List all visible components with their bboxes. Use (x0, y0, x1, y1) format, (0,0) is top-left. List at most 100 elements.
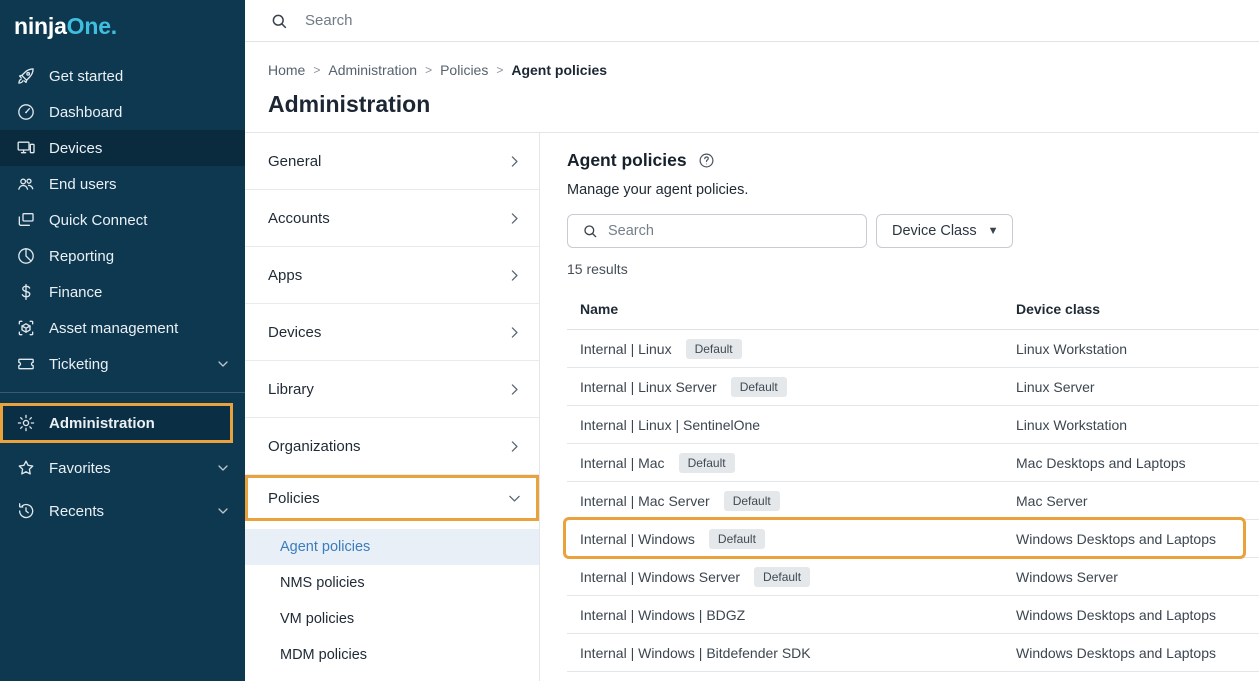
table-row[interactable]: Internal | Linux Server Default Linux Se… (567, 368, 1259, 406)
reporting-icon (16, 246, 36, 266)
breadcrumb-policies[interactable]: Policies (440, 62, 488, 78)
sidebar-item-asset-management[interactable]: Asset management (0, 310, 245, 346)
global-search-bar (245, 0, 1259, 42)
sidebar-item-quick-connect[interactable]: Quick Connect (0, 202, 245, 238)
sidebar-item-administration[interactable]: Administration (0, 403, 233, 443)
quick-connect-icon (16, 210, 36, 230)
chevron-down-icon (506, 490, 523, 507)
sidebar-item-get-started[interactable]: Get started (0, 58, 245, 94)
device-class-value: Windows Desktops and Laptops (1016, 607, 1259, 623)
sidebar-item-ticketing[interactable]: Ticketing (0, 346, 245, 382)
search-icon (582, 223, 598, 239)
admin-menu-list: General Accounts Apps Devices Library (245, 133, 539, 475)
sidebar-item-label: Finance (49, 284, 102, 301)
sidebar: ninjaOne. Get started Dashboard Devices … (0, 0, 245, 681)
sidebar-item-label: Asset management (49, 320, 178, 337)
device-class-value: Linux Server (1016, 379, 1259, 395)
sidebar-item-label: End users (49, 176, 117, 193)
sidebar-nav: Get started Dashboard Devices End users … (0, 58, 245, 529)
sidebar-item-label: Devices (49, 140, 102, 157)
app-logo[interactable]: ninjaOne. (0, 0, 245, 58)
sidebar-item-label: Quick Connect (49, 212, 147, 229)
rocket-icon (16, 66, 36, 86)
chevron-right-icon (506, 381, 523, 398)
menu-item-accounts[interactable]: Accounts (245, 190, 539, 247)
default-badge: Default (709, 529, 765, 549)
global-search-input[interactable] (305, 12, 705, 29)
menu-item-library[interactable]: Library (245, 361, 539, 418)
breadcrumb-separator: > (425, 63, 432, 77)
sidebar-item-favorites[interactable]: Favorites (0, 450, 245, 486)
sidebar-item-label: Dashboard (49, 104, 122, 121)
breadcrumb: Home > Administration > Policies > Agent… (268, 62, 1259, 78)
menu-item-organizations[interactable]: Organizations (245, 418, 539, 475)
default-badge: Default (754, 567, 810, 587)
search-icon (270, 12, 288, 30)
device-class-filter[interactable]: Device Class ▼ (876, 214, 1013, 248)
device-class-value: Windows Desktops and Laptops (1016, 531, 1259, 547)
sidebar-item-label: Ticketing (49, 356, 108, 373)
device-class-value: Mac Server (1016, 493, 1259, 509)
sidebar-item-reporting[interactable]: Reporting (0, 238, 245, 274)
default-badge: Default (731, 377, 787, 397)
menu-item-policies-expanded[interactable]: Policies (245, 475, 539, 521)
table-header: Name Device class (567, 288, 1259, 330)
caret-down-icon: ▼ (988, 225, 999, 237)
policies-search-box (567, 214, 867, 248)
sidebar-item-finance[interactable]: Finance (0, 274, 245, 310)
table-row[interactable]: Internal | Windows Server Default Window… (567, 558, 1259, 596)
column-header-name[interactable]: Name (567, 301, 1016, 317)
breadcrumb-administration[interactable]: Administration (328, 62, 417, 78)
logo-one-text: One. (67, 13, 117, 39)
table-row[interactable]: Internal | Windows | BDGZ Windows Deskto… (567, 596, 1259, 634)
policy-name: Internal | Windows | BDGZ (580, 607, 745, 623)
ticketing-icon (16, 354, 36, 374)
page-title: Administration (268, 91, 1259, 118)
breadcrumb-separator: > (313, 63, 320, 77)
policy-name: Internal | Linux (580, 341, 672, 357)
sidebar-item-label: Reporting (49, 248, 114, 265)
table-row[interactable]: Internal | Mac Server Default Mac Server (567, 482, 1259, 520)
sidebar-item-label: Administration (49, 415, 155, 432)
sidebar-item-recents[interactable]: Recents (0, 493, 245, 529)
sidebar-item-devices[interactable]: Devices (0, 130, 245, 166)
default-badge: Default (724, 491, 780, 511)
menu-item-general[interactable]: General (245, 133, 539, 190)
policies-submenu: Agent policies NMS policies VM policies … (245, 521, 539, 673)
asset-management-icon (16, 318, 36, 338)
device-class-value: Linux Workstation (1016, 341, 1259, 357)
menu-item-apps[interactable]: Apps (245, 247, 539, 304)
finance-icon (16, 282, 36, 302)
recents-icon (16, 501, 36, 521)
dashboard-icon (16, 102, 36, 122)
table-row[interactable]: Internal | Mac Default Mac Desktops and … (567, 444, 1259, 482)
submenu-item-mdm-policies[interactable]: MDM policies (245, 637, 539, 673)
devices-icon (16, 138, 36, 158)
chevron-down-icon (215, 356, 231, 372)
help-icon[interactable] (698, 152, 715, 169)
table-row[interactable]: Internal | Linux | SentinelOne Linux Wor… (567, 406, 1259, 444)
page-header: Home > Administration > Policies > Agent… (245, 42, 1259, 133)
sidebar-item-dashboard[interactable]: Dashboard (0, 94, 245, 130)
column-header-device-class[interactable]: Device class (1016, 301, 1259, 317)
main-area: Home > Administration > Policies > Agent… (245, 0, 1259, 681)
agent-policies-panel: Agent policies Manage your agent policie… (540, 133, 1259, 681)
table-row[interactable]: Internal | Windows Default Windows Deskt… (567, 520, 1259, 558)
admin-menu: General Accounts Apps Devices Library (245, 133, 540, 681)
chevron-right-icon (506, 438, 523, 455)
breadcrumb-home[interactable]: Home (268, 62, 305, 78)
submenu-item-nms-policies[interactable]: NMS policies (245, 565, 539, 601)
sidebar-item-end-users[interactable]: End users (0, 166, 245, 202)
policies-search-input[interactable] (608, 223, 866, 239)
content-area: General Accounts Apps Devices Library (245, 133, 1259, 681)
breadcrumb-current: Agent policies (511, 62, 607, 78)
sidebar-item-label: Recents (49, 503, 104, 520)
table-row[interactable]: Internal | Linux Default Linux Workstati… (567, 330, 1259, 368)
sidebar-item-label: Favorites (49, 460, 111, 477)
submenu-item-vm-policies[interactable]: VM policies (245, 601, 539, 637)
submenu-item-agent-policies[interactable]: Agent policies (245, 529, 539, 565)
menu-item-devices[interactable]: Devices (245, 304, 539, 361)
policy-name: Internal | Windows Server (580, 569, 740, 585)
policy-name: Internal | Windows | Bitdefender SDK (580, 645, 811, 661)
table-row[interactable]: Internal | Windows | Bitdefender SDK Win… (567, 634, 1259, 672)
